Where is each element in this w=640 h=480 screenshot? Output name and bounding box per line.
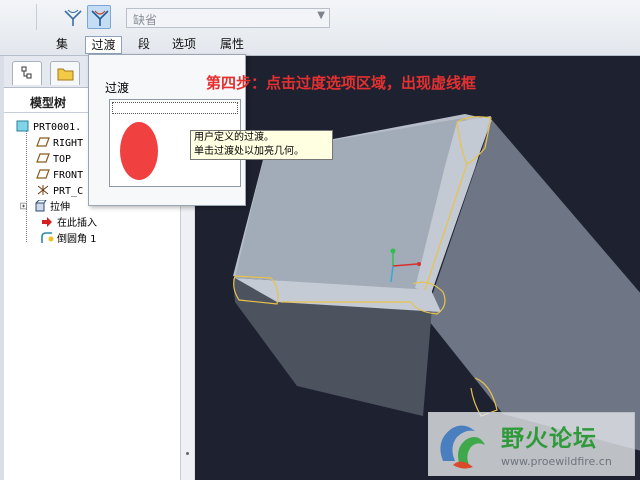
transition-tooltip: 用户定义的过渡。 单击过渡处以加亮几何。 [190, 130, 333, 160]
tab-transitions[interactable]: 过渡 [85, 36, 122, 54]
model-tree-icon [21, 66, 32, 79]
tree-item-part[interactable]: PRT0001. [16, 120, 81, 136]
tree-item-extrude[interactable]: 拉伸 [20, 200, 70, 216]
fillet-tool-icon [64, 9, 82, 26]
transitions-panel-label: 过渡 [105, 81, 130, 95]
extrude-icon [35, 200, 47, 212]
expand-icon[interactable] [20, 200, 30, 212]
transition-type-select[interactable]: 缺省 ▼ [126, 8, 330, 28]
transition-mode-icon [91, 10, 109, 26]
tree-item-insert-here[interactable]: 在此插入 [40, 216, 97, 232]
tree-item-coordinate-system[interactable]: PRT_C [36, 184, 83, 200]
watermark-url: www.proewildfire.cn [501, 455, 612, 468]
watermark-title: 野火论坛 [501, 426, 597, 452]
toolbar-separator [36, 4, 37, 30]
step-annotation: 第四步：点击过度选项区域，出现虚线框 [206, 74, 477, 92]
coordinate-system-icon [37, 185, 49, 195]
tab-segments[interactable]: 段 [134, 36, 154, 54]
tab-options[interactable]: 选项 [168, 36, 200, 54]
round-icon [41, 232, 54, 243]
datum-plane-icon [36, 153, 50, 163]
transition-preview-circle [120, 122, 158, 180]
transition-type-value: 缺省 [133, 13, 158, 27]
tree-item-top-plane[interactable]: TOP [36, 152, 71, 168]
datum-plane-icon [36, 137, 50, 147]
fillet-mode-button[interactable] [60, 5, 84, 29]
chevron-down-icon: ▼ [317, 10, 325, 21]
tab-sets[interactable]: 集 [52, 36, 72, 54]
tree-item-round[interactable]: 倒圆角 1 [40, 232, 97, 248]
tab-model-tree[interactable] [12, 61, 42, 85]
tree-connector-line [26, 130, 27, 242]
tooltip-line-2: 单击过渡处以加亮几何。 [194, 146, 304, 157]
scrollbar-grip-dot [186, 452, 189, 455]
tree-item-right-plane[interactable]: RIGHT [36, 136, 83, 152]
transitions-list-row-focus[interactable] [112, 102, 238, 114]
forum-watermark: 野火论坛 www.proewildfire.cn [428, 412, 635, 476]
forum-logo-icon [440, 425, 485, 469]
tab-properties[interactable]: 属性 [216, 36, 248, 54]
tree-item-front-plane[interactable]: FRONT [36, 168, 83, 184]
folder-icon [57, 68, 74, 81]
datum-plane-icon [36, 169, 50, 179]
tooltip-line-1: 用户定义的过渡。 [194, 132, 274, 143]
part-icon [16, 120, 29, 132]
model-tree-title: 模型树 [30, 96, 67, 110]
insert-here-arrow-icon [42, 217, 52, 227]
feature-dashboard: 缺省 ▼ 集 过渡 段 选项 属性 [0, 0, 640, 56]
transition-mode-button[interactable] [87, 5, 111, 29]
tab-folder-browser[interactable] [50, 61, 80, 85]
